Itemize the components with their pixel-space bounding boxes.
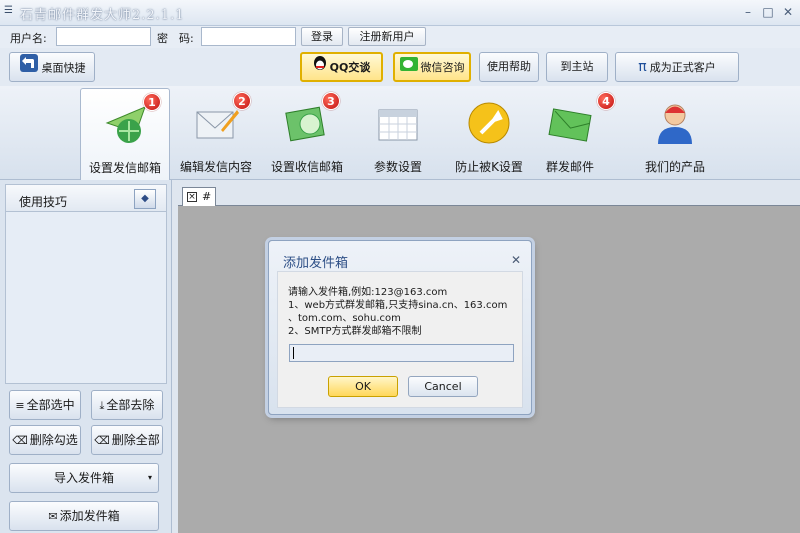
eraser-icon: ⌫ bbox=[94, 433, 110, 447]
calendar-icon bbox=[378, 109, 418, 141]
receive-mail-icon bbox=[285, 106, 325, 142]
document-tab-strip: × # bbox=[178, 184, 800, 207]
password-input[interactable] bbox=[201, 27, 296, 46]
wrench-icon bbox=[468, 102, 510, 144]
tab-edit-content[interactable]: 2 编辑发信内容 bbox=[171, 88, 261, 178]
tab-set-recipients[interactable]: 3 设置收信邮箱 bbox=[262, 88, 352, 178]
add-box-label: 添加发件箱 bbox=[59, 509, 120, 523]
username-label: 用户名: bbox=[10, 32, 47, 45]
username-input[interactable] bbox=[56, 27, 151, 46]
minimize-button[interactable]: – bbox=[740, 5, 756, 19]
tab-label: 群发邮件 bbox=[545, 160, 594, 174]
help-button[interactable]: 使用帮助 bbox=[479, 52, 539, 82]
delete-checked-button[interactable]: ⌫ 删除勾选 bbox=[9, 425, 81, 455]
step-badge-4: 4 bbox=[597, 92, 615, 110]
step-badge-2: 2 bbox=[233, 92, 251, 110]
remove-all-icon: ⤓ bbox=[99, 398, 105, 412]
register-button[interactable]: 注册新用户 bbox=[348, 27, 426, 46]
select-all-label: 全部选中 bbox=[26, 398, 75, 412]
step-badge-1: 1 bbox=[143, 93, 161, 111]
ok-button[interactable]: OK bbox=[328, 376, 398, 397]
tab-label: 设置收信邮箱 bbox=[270, 160, 343, 174]
instruction-line: 2、SMTP方式群发邮箱不限制 bbox=[288, 326, 422, 337]
shortcut-arrow-icon bbox=[19, 53, 39, 84]
tab-parameters[interactable]: 参数设置 bbox=[353, 88, 443, 178]
mail-send-icon bbox=[105, 106, 146, 143]
window-title: 石青邮件群发大师2.2.1.1 bbox=[20, 8, 185, 23]
import-boxes-label: 导入发件箱 bbox=[53, 471, 114, 485]
delete-all-label: 删除全部 bbox=[111, 433, 160, 447]
user-icon bbox=[658, 104, 692, 144]
dialog-title: 添加发件箱 bbox=[283, 256, 349, 271]
left-panel: 使用技巧 ◆ ≡ 全部选中 ⤓ 全部去除 ⌫ 删除勾选 ⌫ 删除全部 导入发件箱 ▾ ✉… bbox=[0, 180, 172, 533]
wechat-consult-button[interactable]: 微信咨询 bbox=[393, 52, 471, 82]
remove-all-label: 全部去除 bbox=[106, 398, 155, 412]
instruction-line: 请输入发件箱,例如:123@163.com bbox=[288, 287, 448, 298]
green-envelope-icon bbox=[548, 108, 592, 142]
tab-our-products[interactable]: 我们的产品 bbox=[630, 88, 720, 178]
instruction-line: 1、web方式群发邮箱,只支持sina.cn、163.com bbox=[288, 300, 508, 311]
eraser-icon: ⌫ bbox=[12, 433, 28, 447]
cancel-button[interactable]: Cancel bbox=[408, 376, 478, 397]
become-customer-button[interactable]: π 成为正式客户 bbox=[615, 52, 739, 82]
select-all-button[interactable]: ≡ 全部选中 bbox=[9, 390, 81, 420]
envelope-edit-icon bbox=[196, 110, 239, 139]
document-tab[interactable]: × # bbox=[182, 187, 216, 207]
tips-content bbox=[5, 212, 167, 384]
tab-label: 我们的产品 bbox=[644, 160, 705, 174]
import-boxes-button[interactable]: 导入发件箱 ▾ bbox=[9, 463, 159, 493]
dialog-instructions: 请输入发件箱,例如:123@163.com 1、web方式群发邮箱,只支持sin… bbox=[288, 286, 518, 338]
dropdown-arrow-icon: ▾ bbox=[147, 473, 152, 482]
qq-penguin-icon bbox=[313, 54, 327, 82]
delete-checked-label: 删除勾选 bbox=[29, 433, 78, 447]
tab-label: 设置发信邮箱 bbox=[88, 161, 161, 175]
qq-chat-button[interactable]: QQ交谈 bbox=[300, 52, 383, 82]
login-button[interactable]: 登录 bbox=[301, 27, 343, 46]
tab-label: 编辑发信内容 bbox=[179, 160, 252, 174]
collapse-icon[interactable]: ◆ bbox=[134, 189, 156, 209]
login-row: 用户名: 密 码: 登录 注册新用户 bbox=[0, 26, 800, 48]
dialog-close-icon[interactable]: ✕ bbox=[511, 253, 521, 267]
close-button[interactable]: ✕ bbox=[780, 5, 796, 19]
pi-icon: π bbox=[638, 59, 647, 75]
password-label: 密 码: bbox=[157, 32, 194, 45]
step-badge-3: 3 bbox=[322, 92, 340, 110]
tab-anti-block[interactable]: 防止被K设置 bbox=[444, 88, 534, 178]
become-customer-label: 成为正式客户 bbox=[649, 61, 716, 74]
desktop-shortcut-label: 桌面快捷 bbox=[41, 61, 86, 75]
tips-header: 使用技巧 ◆ bbox=[5, 184, 167, 212]
desktop-shortcut-button[interactable]: 桌面快捷 bbox=[9, 52, 95, 82]
delete-all-button[interactable]: ⌫ 删除全部 bbox=[91, 425, 163, 455]
add-sender-dialog: 添加发件箱 ✕ 请输入发件箱,例如:123@163.com 1、web方式群发邮… bbox=[268, 240, 532, 415]
dialog-content: 请输入发件箱,例如:123@163.com 1、web方式群发邮箱,只支持sin… bbox=[277, 271, 523, 408]
title-bar: ☰ 石青邮件群发大师2.2.1.1 – □ ✕ bbox=[0, 0, 800, 26]
home-button[interactable]: 到主站 bbox=[546, 52, 608, 82]
tips-title: 使用技巧 bbox=[19, 195, 68, 209]
add-mailbox-icon: ✉ bbox=[48, 509, 58, 523]
qq-chat-label: QQ交谈 bbox=[329, 61, 371, 74]
system-menu-icon[interactable]: ☰ bbox=[4, 6, 16, 16]
text-caret bbox=[293, 347, 294, 359]
tab-label: 参数设置 bbox=[373, 160, 422, 174]
tab-mass-send[interactable]: 4 群发邮件 bbox=[525, 88, 615, 178]
wechat-icon bbox=[399, 54, 418, 82]
toolbar: 桌面快捷 QQ交谈 微信咨询 使用帮助 到主站 π 成为正式客户 bbox=[0, 48, 800, 86]
sender-email-input[interactable] bbox=[289, 344, 514, 362]
tab-set-sender[interactable]: 1 设置发信邮箱 bbox=[80, 88, 170, 181]
maximize-button[interactable]: □ bbox=[760, 5, 776, 19]
wechat-consult-label: 微信咨询 bbox=[420, 61, 465, 74]
document-tab-label: # bbox=[202, 190, 212, 203]
tab-strip: 1 设置发信邮箱 2 编辑发信内容 3 设置收信邮箱 参数设置 防止被K设置 4… bbox=[0, 86, 800, 181]
add-box-button[interactable]: ✉ 添加发件箱 bbox=[9, 501, 159, 531]
instruction-line: 、tom.com、sohu.com bbox=[288, 313, 401, 324]
close-tab-icon[interactable]: × bbox=[187, 192, 197, 202]
tab-label: 防止被K设置 bbox=[455, 160, 523, 174]
select-all-icon: ≡ bbox=[15, 398, 25, 412]
remove-all-button[interactable]: ⤓ 全部去除 bbox=[91, 390, 163, 420]
